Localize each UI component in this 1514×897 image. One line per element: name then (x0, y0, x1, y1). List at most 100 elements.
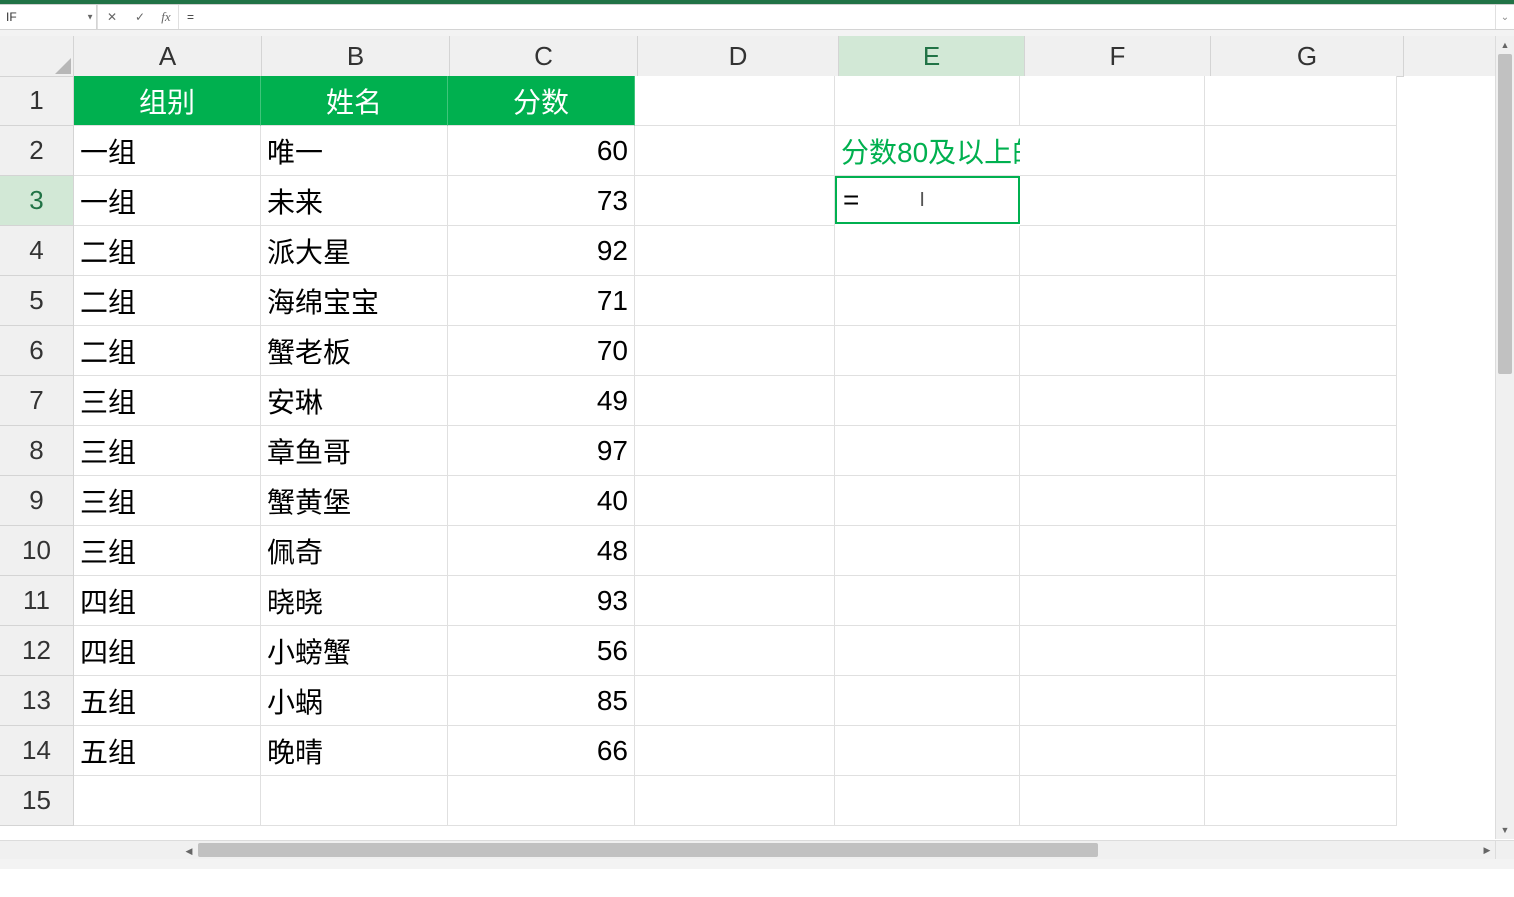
cell-A15[interactable] (74, 776, 261, 826)
cell-D10[interactable] (635, 526, 835, 576)
cell-B10[interactable]: 佩奇 (261, 526, 448, 576)
cell-C15[interactable] (448, 776, 635, 826)
cell-E15[interactable] (835, 776, 1020, 826)
row-header-10[interactable]: 10 (0, 526, 74, 576)
cell-B15[interactable] (261, 776, 448, 826)
name-box-dropdown-icon[interactable]: ▼ (86, 13, 94, 22)
cell-B5[interactable]: 海绵宝宝 (261, 276, 448, 326)
cell-G12[interactable] (1205, 626, 1397, 676)
cell-A6[interactable]: 二组 (74, 326, 261, 376)
sheet-tabs-area[interactable] (0, 840, 180, 859)
cell-C1[interactable]: 分数 (448, 76, 635, 126)
row-header-6[interactable]: 6 (0, 326, 74, 376)
cell-F6[interactable] (1020, 326, 1205, 376)
cell-E13[interactable] (835, 676, 1020, 726)
cell-E12[interactable] (835, 626, 1020, 676)
cell-A3[interactable]: 一组 (74, 176, 261, 226)
cell-C10[interactable]: 48 (448, 526, 635, 576)
cell-A7[interactable]: 三组 (74, 376, 261, 426)
cell-G10[interactable] (1205, 526, 1397, 576)
cell-G11[interactable] (1205, 576, 1397, 626)
cell-D9[interactable] (635, 476, 835, 526)
scroll-down-icon[interactable]: ▼ (1496, 821, 1514, 839)
cell-G3[interactable] (1205, 176, 1397, 226)
cell-F13[interactable] (1020, 676, 1205, 726)
cell-D5[interactable] (635, 276, 835, 326)
cell-F2[interactable] (1020, 126, 1205, 176)
cell-C7[interactable]: 49 (448, 376, 635, 426)
cell-F1[interactable] (1020, 76, 1205, 126)
row-header-4[interactable]: 4 (0, 226, 74, 276)
cell-E4[interactable] (835, 226, 1020, 276)
column-header-E[interactable]: E (839, 36, 1025, 77)
insert-function-button[interactable]: fx (154, 5, 179, 29)
cell-F9[interactable] (1020, 476, 1205, 526)
row-header-14[interactable]: 14 (0, 726, 74, 776)
cell-F15[interactable] (1020, 776, 1205, 826)
cell-G7[interactable] (1205, 376, 1397, 426)
cell-A12[interactable]: 四组 (74, 626, 261, 676)
cell-A2[interactable]: 一组 (74, 126, 261, 176)
cell-F8[interactable] (1020, 426, 1205, 476)
cell-B7[interactable]: 安琳 (261, 376, 448, 426)
cancel-button[interactable]: ✕ (97, 5, 126, 29)
cell-A11[interactable]: 四组 (74, 576, 261, 626)
cell-C4[interactable]: 92 (448, 226, 635, 276)
cell-C6[interactable]: 70 (448, 326, 635, 376)
cell-D4[interactable] (635, 226, 835, 276)
cell-E9[interactable] (835, 476, 1020, 526)
cell-C9[interactable]: 40 (448, 476, 635, 526)
cell-B3[interactable]: 未来 (261, 176, 448, 226)
cell-B4[interactable]: 派大星 (261, 226, 448, 276)
cell-E14[interactable] (835, 726, 1020, 776)
cell-F11[interactable] (1020, 576, 1205, 626)
cell-E3-editing[interactable]: = I (835, 176, 1020, 224)
scroll-left-icon[interactable]: ◀ (180, 843, 198, 861)
cell-E6[interactable] (835, 326, 1020, 376)
select-all-button[interactable] (0, 36, 74, 77)
cell-E8[interactable] (835, 426, 1020, 476)
cell-A8[interactable]: 三组 (74, 426, 261, 476)
cell-B14[interactable]: 晚晴 (261, 726, 448, 776)
horizontal-scrollbar[interactable]: ◀ ▶ (180, 840, 1496, 859)
vertical-scrollbar[interactable]: ▲ ▼ (1495, 36, 1514, 839)
cell-C8[interactable]: 97 (448, 426, 635, 476)
cell-B1[interactable]: 姓名 (261, 76, 448, 126)
cell-D2[interactable] (635, 126, 835, 176)
cell-D14[interactable] (635, 726, 835, 776)
cell-F4[interactable] (1020, 226, 1205, 276)
cell-G14[interactable] (1205, 726, 1397, 776)
row-header-1[interactable]: 1 (0, 76, 74, 126)
cell-G4[interactable] (1205, 226, 1397, 276)
column-header-C[interactable]: C (450, 36, 638, 77)
cell-D1[interactable] (635, 76, 835, 126)
cell-G15[interactable] (1205, 776, 1397, 826)
cell-A1[interactable]: 组别 (74, 76, 261, 126)
cell-B2[interactable]: 唯一 (261, 126, 448, 176)
cell-F5[interactable] (1020, 276, 1205, 326)
row-header-2[interactable]: 2 (0, 126, 74, 176)
scroll-right-icon[interactable]: ▶ (1478, 841, 1496, 859)
cell-D15[interactable] (635, 776, 835, 826)
cell-A14[interactable]: 五组 (74, 726, 261, 776)
column-header-G[interactable]: G (1211, 36, 1404, 77)
cell-D11[interactable] (635, 576, 835, 626)
cell-E5[interactable] (835, 276, 1020, 326)
row-header-7[interactable]: 7 (0, 376, 74, 426)
row-header-11[interactable]: 11 (0, 576, 74, 626)
cell-C5[interactable]: 71 (448, 276, 635, 326)
cell-G13[interactable] (1205, 676, 1397, 726)
enter-button[interactable]: ✓ (126, 5, 154, 29)
cell-B11[interactable]: 晓晓 (261, 576, 448, 626)
cell-E1[interactable] (835, 76, 1020, 126)
cell-A9[interactable]: 三组 (74, 476, 261, 526)
cell-A4[interactable]: 二组 (74, 226, 261, 276)
cell-D6[interactable] (635, 326, 835, 376)
cell-G6[interactable] (1205, 326, 1397, 376)
cell-F10[interactable] (1020, 526, 1205, 576)
row-header-3[interactable]: 3 (0, 176, 74, 226)
cell-F7[interactable] (1020, 376, 1205, 426)
vertical-scroll-thumb[interactable] (1498, 54, 1512, 374)
row-header-8[interactable]: 8 (0, 426, 74, 476)
cell-D13[interactable] (635, 676, 835, 726)
